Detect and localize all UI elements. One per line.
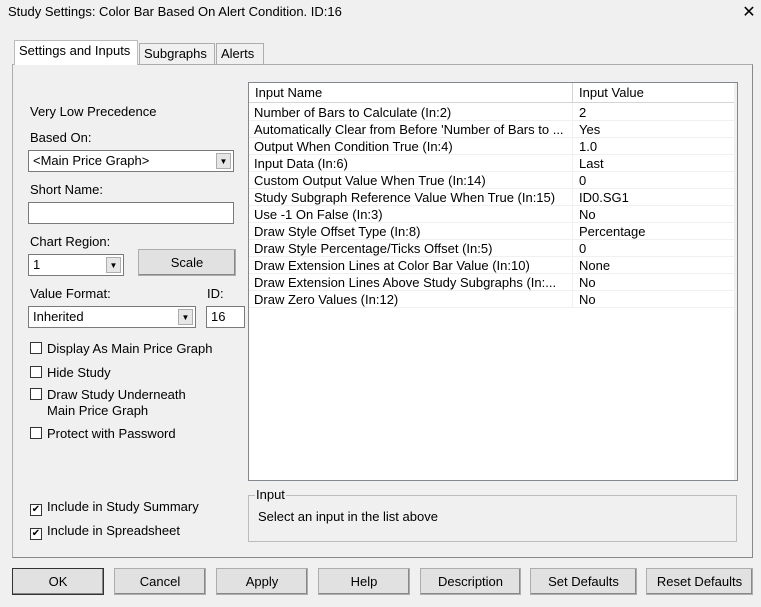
reset-defaults-button[interactable]: Reset Defaults [646, 568, 753, 595]
table-row[interactable]: Output When Condition True (In:4) 1.0 [249, 138, 735, 155]
chevron-down-icon[interactable]: ▼ [178, 309, 193, 325]
protect-with-password-checkbox[interactable]: Protect with Password [30, 426, 176, 441]
table-row[interactable]: Draw Zero Values (In:12) No [249, 291, 735, 308]
table-row[interactable]: Draw Extension Lines Above Study Subgrap… [249, 274, 735, 291]
input-value[interactable]: Yes [579, 122, 600, 137]
based-on-select[interactable]: <Main Price Graph> ▼ [28, 150, 234, 172]
short-name-input[interactable] [28, 202, 234, 224]
input-value[interactable]: 2 [579, 105, 586, 120]
input-value[interactable]: None [579, 258, 610, 273]
input-value[interactable]: No [579, 292, 596, 307]
chevron-down-icon[interactable]: ▼ [106, 257, 121, 273]
input-name: Input Data (In:6) [254, 156, 348, 171]
window-title: Study Settings: Color Bar Based On Alert… [8, 4, 342, 19]
description-button[interactable]: Description [420, 568, 521, 595]
table-row[interactable]: Draw Style Offset Type (In:8) Percentage [249, 223, 735, 240]
checkbox-label-line2: Main Price Graph [47, 403, 149, 418]
apply-button[interactable]: Apply [216, 568, 308, 595]
close-icon[interactable]: ✕ [740, 2, 758, 22]
input-value[interactable]: 0 [579, 241, 586, 256]
input-value[interactable]: ID0.SG1 [579, 190, 629, 205]
input-value[interactable]: No [579, 207, 596, 222]
checkbox-label: Include in Spreadsheet [47, 523, 180, 538]
include-in-spreadsheet-checkbox[interactable]: ✔ Include in Spreadsheet [30, 523, 180, 540]
input-name: Draw Style Percentage/Ticks Offset (In:5… [254, 241, 493, 256]
input-name: Study Subgraph Reference Value When True… [254, 190, 556, 205]
hide-study-checkbox[interactable]: Hide Study [30, 365, 111, 380]
checkbox-icon[interactable] [30, 366, 42, 378]
input-value[interactable]: 1.0 [579, 139, 597, 154]
table-header: Input Name Input Value [249, 83, 735, 103]
table-row[interactable]: Study Subgraph Reference Value When True… [249, 189, 735, 206]
chart-region-label: Chart Region: [30, 234, 111, 249]
checkbox-label: Draw Study Underneath [47, 387, 186, 402]
checkbox-icon[interactable] [30, 388, 42, 400]
input-name: Number of Bars to Calculate (In:2) [254, 105, 452, 120]
checkbox-label: Display As Main Price Graph [47, 341, 213, 356]
table-row[interactable]: Input Data (In:6) Last [249, 155, 735, 172]
chart-region-select[interactable]: 1 ▼ [28, 254, 124, 276]
id-label: ID: [207, 286, 224, 301]
input-name: Use -1 On False (In:3) [254, 207, 383, 222]
display-as-main-price-graph-checkbox[interactable]: Display As Main Price Graph [30, 341, 212, 356]
tab-subgraphs[interactable]: Subgraphs [139, 43, 215, 65]
checkmark-icon[interactable]: ✔ [30, 504, 42, 516]
tab-alerts[interactable]: Alerts [216, 43, 264, 65]
column-header-input-name[interactable]: Input Name [249, 83, 573, 103]
input-name: Output When Condition True (In:4) [254, 139, 453, 154]
cancel-button[interactable]: Cancel [114, 568, 206, 595]
input-name: Draw Style Offset Type (In:8) [254, 224, 421, 239]
help-button[interactable]: Help [318, 568, 410, 595]
table-row[interactable]: Use -1 On False (In:3) No [249, 206, 735, 223]
checkmark-icon[interactable]: ✔ [30, 528, 42, 540]
scale-button[interactable]: Scale [138, 249, 236, 276]
precedence-label: Very Low Precedence [30, 104, 157, 119]
input-description: Select an input in the list above [258, 509, 438, 524]
chart-region-value: 1 [33, 257, 41, 272]
input-value[interactable]: Percentage [579, 224, 646, 239]
input-name: Custom Output Value When True (In:14) [254, 173, 486, 188]
short-name-label: Short Name: [30, 182, 103, 197]
scrollbar[interactable] [734, 83, 737, 480]
based-on-value: <Main Price Graph> [33, 153, 150, 168]
id-input[interactable]: 16 [206, 306, 245, 328]
table-row[interactable]: Draw Style Percentage/Ticks Offset (In:5… [249, 240, 735, 257]
inputs-table[interactable]: Input Name Input Value Number of Bars to… [248, 82, 738, 481]
checkbox-label: Include in Study Summary [47, 499, 199, 514]
checkbox-icon[interactable] [30, 342, 42, 354]
input-name: Draw Zero Values (In:12) [254, 292, 399, 307]
checkbox-icon[interactable] [30, 427, 42, 439]
chevron-down-icon[interactable]: ▼ [216, 153, 231, 169]
column-header-input-value[interactable]: Input Value [573, 83, 735, 103]
value-format-label: Value Format: [30, 286, 111, 301]
draw-study-underneath-checkbox[interactable]: Draw Study Underneath [30, 387, 186, 402]
input-value[interactable]: Last [579, 156, 604, 171]
input-value[interactable]: No [579, 275, 596, 290]
table-row[interactable]: Draw Extension Lines at Color Bar Value … [249, 257, 735, 274]
table-row[interactable]: Custom Output Value When True (In:14) 0 [249, 172, 735, 189]
input-name: Automatically Clear from Before 'Number … [254, 122, 564, 137]
based-on-label: Based On: [30, 130, 92, 145]
include-in-study-summary-checkbox[interactable]: ✔ Include in Study Summary [30, 499, 199, 516]
input-name: Draw Extension Lines Above Study Subgrap… [254, 275, 557, 290]
input-name: Draw Extension Lines at Color Bar Value … [254, 258, 530, 273]
checkbox-label: Protect with Password [47, 426, 176, 441]
input-group-label: Input [255, 487, 286, 502]
set-defaults-button[interactable]: Set Defaults [530, 568, 637, 595]
value-format-value: Inherited [33, 309, 84, 324]
checkbox-label: Hide Study [47, 365, 111, 380]
ok-button[interactable]: OK [12, 568, 104, 595]
tab-settings-and-inputs[interactable]: Settings and Inputs [14, 40, 138, 65]
value-format-select[interactable]: Inherited ▼ [28, 306, 196, 328]
input-value[interactable]: 0 [579, 173, 586, 188]
table-row[interactable]: Number of Bars to Calculate (In:2) 2 [249, 104, 735, 121]
table-row[interactable]: Automatically Clear from Before 'Number … [249, 121, 735, 138]
